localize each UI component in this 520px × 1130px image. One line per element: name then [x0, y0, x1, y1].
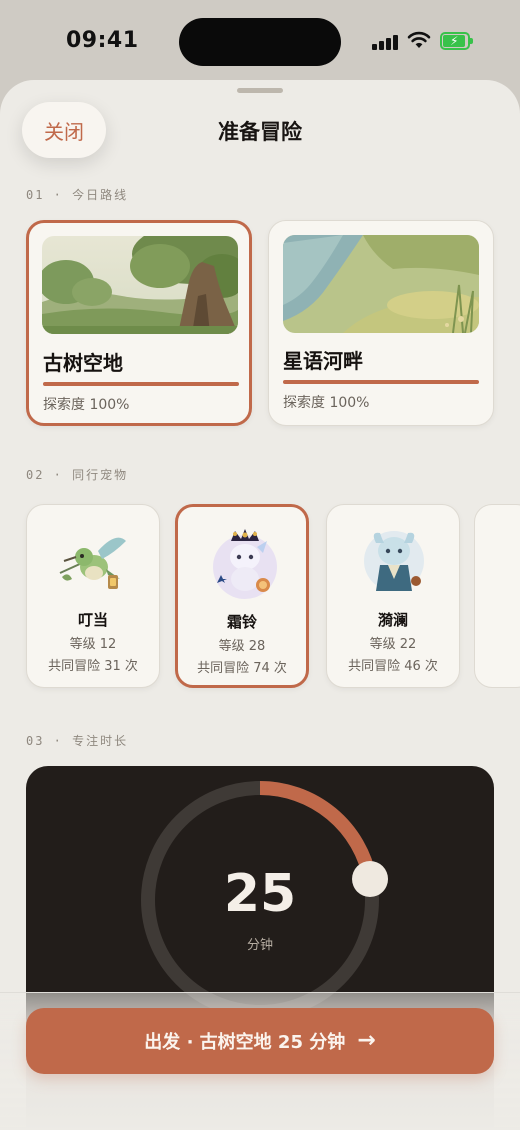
section-label-route: 01 · 今日路线 — [26, 188, 129, 202]
route-name: 古树空地 — [43, 351, 123, 375]
wifi-icon — [407, 31, 431, 48]
arrow-right-icon: → — [357, 1028, 376, 1053]
pet-name: 漪澜 — [377, 611, 408, 629]
depart-button-label: 出发 · 古树空地 25 分钟 — [144, 1032, 346, 1053]
sheet-grabber[interactable] — [237, 88, 283, 93]
route-image-star-river — [283, 235, 479, 333]
status-bar: 09:41 ⚡ — [0, 0, 520, 82]
pet-card-next-peek[interactable] — [474, 504, 520, 688]
prepare-adventure-sheet: 关闭 准备冒险 01 · 今日路线 古树空地 探索度 100% 星语河畔 探索度… — [0, 80, 520, 1130]
section-label-pet: 02 · 同行宠物 — [26, 468, 129, 482]
timer-value: 25 — [223, 864, 297, 924]
pet-avatar-frost-fox — [213, 529, 277, 599]
route-progress-text: 探索度 100% — [283, 395, 370, 411]
depart-button[interactable]: 出发 · 古树空地 25 分钟 → — [26, 1008, 494, 1074]
pet-avatar-hummingbird — [59, 537, 126, 589]
route-progress-bar — [283, 380, 479, 384]
pet-name: 霜铃 — [226, 613, 257, 631]
pet-level: 等级 28 — [218, 639, 266, 654]
pet-adventure-count: 共同冒险 46 次 — [348, 659, 438, 674]
pet-adventure-count: 共同冒险 74 次 — [197, 661, 287, 676]
route-image-ancient-tree — [42, 236, 238, 334]
pet-card-dingdang[interactable]: 叮当 等级 12 共同冒险 31 次 — [26, 504, 160, 688]
timer-unit: 分钟 — [246, 938, 273, 953]
route-progress-text: 探索度 100% — [43, 397, 130, 413]
page-title: 准备冒险 — [218, 120, 302, 144]
route-card-star-river[interactable]: 星语河畔 探索度 100% — [268, 220, 494, 426]
status-time: 09:41 — [66, 28, 139, 53]
pet-level: 等级 22 — [369, 637, 417, 652]
signal-icon — [372, 34, 398, 50]
section-label-focus: 03 · 专注时长 — [26, 734, 129, 748]
pet-card-shuangling[interactable]: 霜铃 等级 28 共同冒险 74 次 — [175, 504, 309, 688]
route-card-ancient-tree[interactable]: 古树空地 探索度 100% — [26, 220, 252, 426]
pet-card-yilan[interactable]: 漪澜 等级 22 共同冒险 46 次 — [326, 504, 460, 688]
battery-charging-icon: ⚡ — [440, 32, 473, 50]
route-progress-bar — [43, 382, 239, 386]
route-name: 星语河畔 — [283, 349, 363, 373]
pet-name: 叮当 — [77, 611, 108, 629]
pet-avatar-water-spirit — [364, 531, 424, 591]
dynamic-island — [179, 18, 341, 66]
pet-adventure-count: 共同冒险 31 次 — [48, 659, 138, 674]
pet-level: 等级 12 — [69, 637, 117, 652]
